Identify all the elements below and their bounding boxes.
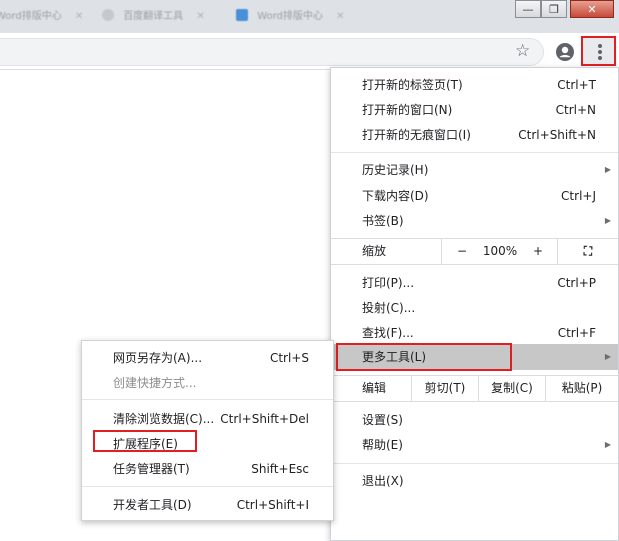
menu-item-label: 查找(F)... xyxy=(362,326,414,340)
menu-item-label: 书签(B) xyxy=(362,214,404,228)
tab-favicon-icon xyxy=(102,9,114,21)
submenu-item-task-manager[interactable]: 任务管理器(T) Shift+Esc xyxy=(82,457,333,481)
submenu-item-create-shortcut: 创建快捷方式... xyxy=(82,371,333,395)
menu-item-new-tab[interactable]: 打开新的标签页(T) Ctrl+T xyxy=(331,73,618,97)
zoom-row: 缩放 − 100% + ⛶ xyxy=(331,239,618,264)
close-window-button[interactable]: ✕ xyxy=(570,0,614,18)
close-tab-icon[interactable]: ✕ xyxy=(196,11,204,22)
close-tab-icon[interactable]: ✕ xyxy=(336,11,344,22)
zoom-out-button[interactable]: − xyxy=(449,239,475,264)
menu-item-label: 打开新的无痕窗口(I) xyxy=(362,128,471,142)
menu-item-settings[interactable]: 设置(S) xyxy=(331,408,618,432)
menu-item-new-incognito[interactable]: 打开新的无痕窗口(I) Ctrl+Shift+N xyxy=(331,123,618,147)
fullscreen-icon[interactable]: ⛶ xyxy=(573,239,603,264)
menu-item-cast[interactable]: 投射(C)... xyxy=(331,296,618,320)
tab-2[interactable]: 百度翻译工具 ✕ xyxy=(102,6,205,28)
tab-title: Word排版中心 xyxy=(257,11,323,22)
menu-item-label: 投射(C)... xyxy=(362,301,416,315)
minimize-button[interactable]: — xyxy=(515,0,541,18)
menu-item-shortcut: Ctrl+J xyxy=(561,189,596,203)
profile-avatar-icon[interactable] xyxy=(556,43,574,61)
tab-title: 百度翻译工具 xyxy=(123,11,184,22)
tab-3[interactable]: Word排版中心 ✕ xyxy=(236,6,344,28)
edit-label: 编辑 xyxy=(362,381,387,395)
menu-item-label: 网页另存为(A)... xyxy=(113,351,203,365)
menu-separator xyxy=(331,463,618,464)
address-bar[interactable] xyxy=(0,38,544,66)
close-tab-icon[interactable]: ✕ xyxy=(75,11,83,22)
submenu-arrow-icon: ▶ xyxy=(604,216,611,225)
chrome-main-menu: 打开新的标签页(T) Ctrl+T 打开新的窗口(N) Ctrl+N 打开新的无… xyxy=(330,67,619,541)
divider xyxy=(557,239,558,264)
menu-item-print[interactable]: 打印(P)... Ctrl+P xyxy=(331,271,618,295)
customize-menu-button[interactable] xyxy=(581,36,616,66)
menu-item-label: 任务管理器(T) xyxy=(113,462,190,476)
menu-item-shortcut: Ctrl+F xyxy=(557,326,596,340)
menu-item-downloads[interactable]: 下载内容(D) Ctrl+J xyxy=(331,184,618,208)
menu-separator xyxy=(331,264,618,265)
zoom-in-button[interactable]: + xyxy=(525,239,551,264)
menu-item-exit[interactable]: 退出(X) xyxy=(331,469,618,493)
menu-item-history[interactable]: 历史记录(H) ▶ xyxy=(331,158,618,182)
menu-item-label: 创建快捷方式... xyxy=(113,376,197,390)
menu-item-bookmarks[interactable]: 书签(B) ▶ xyxy=(331,209,618,233)
menu-dot-icon xyxy=(598,50,602,54)
menu-item-label: 退出(X) xyxy=(362,474,404,488)
highlight-box-more-tools xyxy=(336,343,512,371)
submenu-arrow-icon: ▶ xyxy=(604,352,611,361)
menu-item-label: 设置(S) xyxy=(362,413,403,427)
menu-item-label: 历史记录(H) xyxy=(362,163,429,177)
menu-item-shortcut: Ctrl+Shift+I xyxy=(236,498,309,512)
menu-item-label: 打开新的窗口(N) xyxy=(362,103,453,117)
menu-item-shortcut: Ctrl+Shift+Del xyxy=(220,412,309,426)
menu-separator xyxy=(82,486,333,487)
zoom-level-value: 100% xyxy=(482,244,518,258)
menu-item-label: 帮助(E) xyxy=(362,438,403,452)
submenu-arrow-icon: ▶ xyxy=(604,165,611,174)
menu-dot-icon xyxy=(598,56,602,60)
bookmark-star-icon[interactable]: ☆ xyxy=(515,41,530,61)
tab-title: Word排版中心 xyxy=(0,11,62,22)
tab-favicon-icon xyxy=(236,9,248,21)
menu-separator xyxy=(82,399,333,400)
menu-item-label: 下载内容(D) xyxy=(362,189,429,203)
submenu-item-clear-browsing-data[interactable]: 清除浏览数据(C)... Ctrl+Shift+Del xyxy=(82,407,333,431)
submenu-item-developer-tools[interactable]: 开发者工具(D) Ctrl+Shift+I xyxy=(82,493,333,517)
highlight-box-extensions xyxy=(93,430,197,452)
menu-separator xyxy=(331,152,618,153)
menu-item-shortcut: Ctrl+Shift+N xyxy=(518,128,596,142)
menu-item-help[interactable]: 帮助(E) ▶ xyxy=(331,433,618,457)
menu-item-new-window[interactable]: 打开新的窗口(N) Ctrl+N xyxy=(331,98,618,122)
menu-item-shortcut: Ctrl+T xyxy=(557,78,596,92)
paste-button[interactable]: 粘贴(P) xyxy=(546,376,618,401)
tab-strip: Word排版中心 ✕ 百度翻译工具 ✕ Word排版中心 ✕ — ❐ ✕ xyxy=(0,0,619,33)
menu-dot-icon xyxy=(598,44,602,48)
divider xyxy=(441,239,442,264)
copy-button[interactable]: 复制(C) xyxy=(479,376,545,401)
menu-item-find[interactable]: 查找(F)... Ctrl+F xyxy=(331,321,618,345)
menu-item-label: 清除浏览数据(C)... xyxy=(113,412,215,426)
cut-button[interactable]: 剪切(T) xyxy=(412,376,478,401)
menu-item-shortcut: Ctrl+S xyxy=(269,351,309,365)
menu-separator xyxy=(331,401,618,402)
zoom-label: 缩放 xyxy=(362,244,387,258)
tab-1[interactable]: Word排版中心 ✕ xyxy=(0,6,83,28)
menu-item-label: 打开新的标签页(T) xyxy=(362,78,463,92)
menu-item-shortcut: Shift+Esc xyxy=(251,462,309,476)
submenu-arrow-icon: ▶ xyxy=(604,440,611,449)
submenu-item-save-page[interactable]: 网页另存为(A)... Ctrl+S xyxy=(82,346,333,370)
menu-item-label: 开发者工具(D) xyxy=(113,498,192,512)
edit-row: 编辑 剪切(T) 复制(C) 粘贴(P) xyxy=(331,376,618,401)
menu-item-label: 打印(P)... xyxy=(362,276,415,290)
menu-item-shortcut: Ctrl+P xyxy=(557,276,596,290)
restore-button[interactable]: ❐ xyxy=(541,0,567,18)
menu-item-shortcut: Ctrl+N xyxy=(555,103,596,117)
